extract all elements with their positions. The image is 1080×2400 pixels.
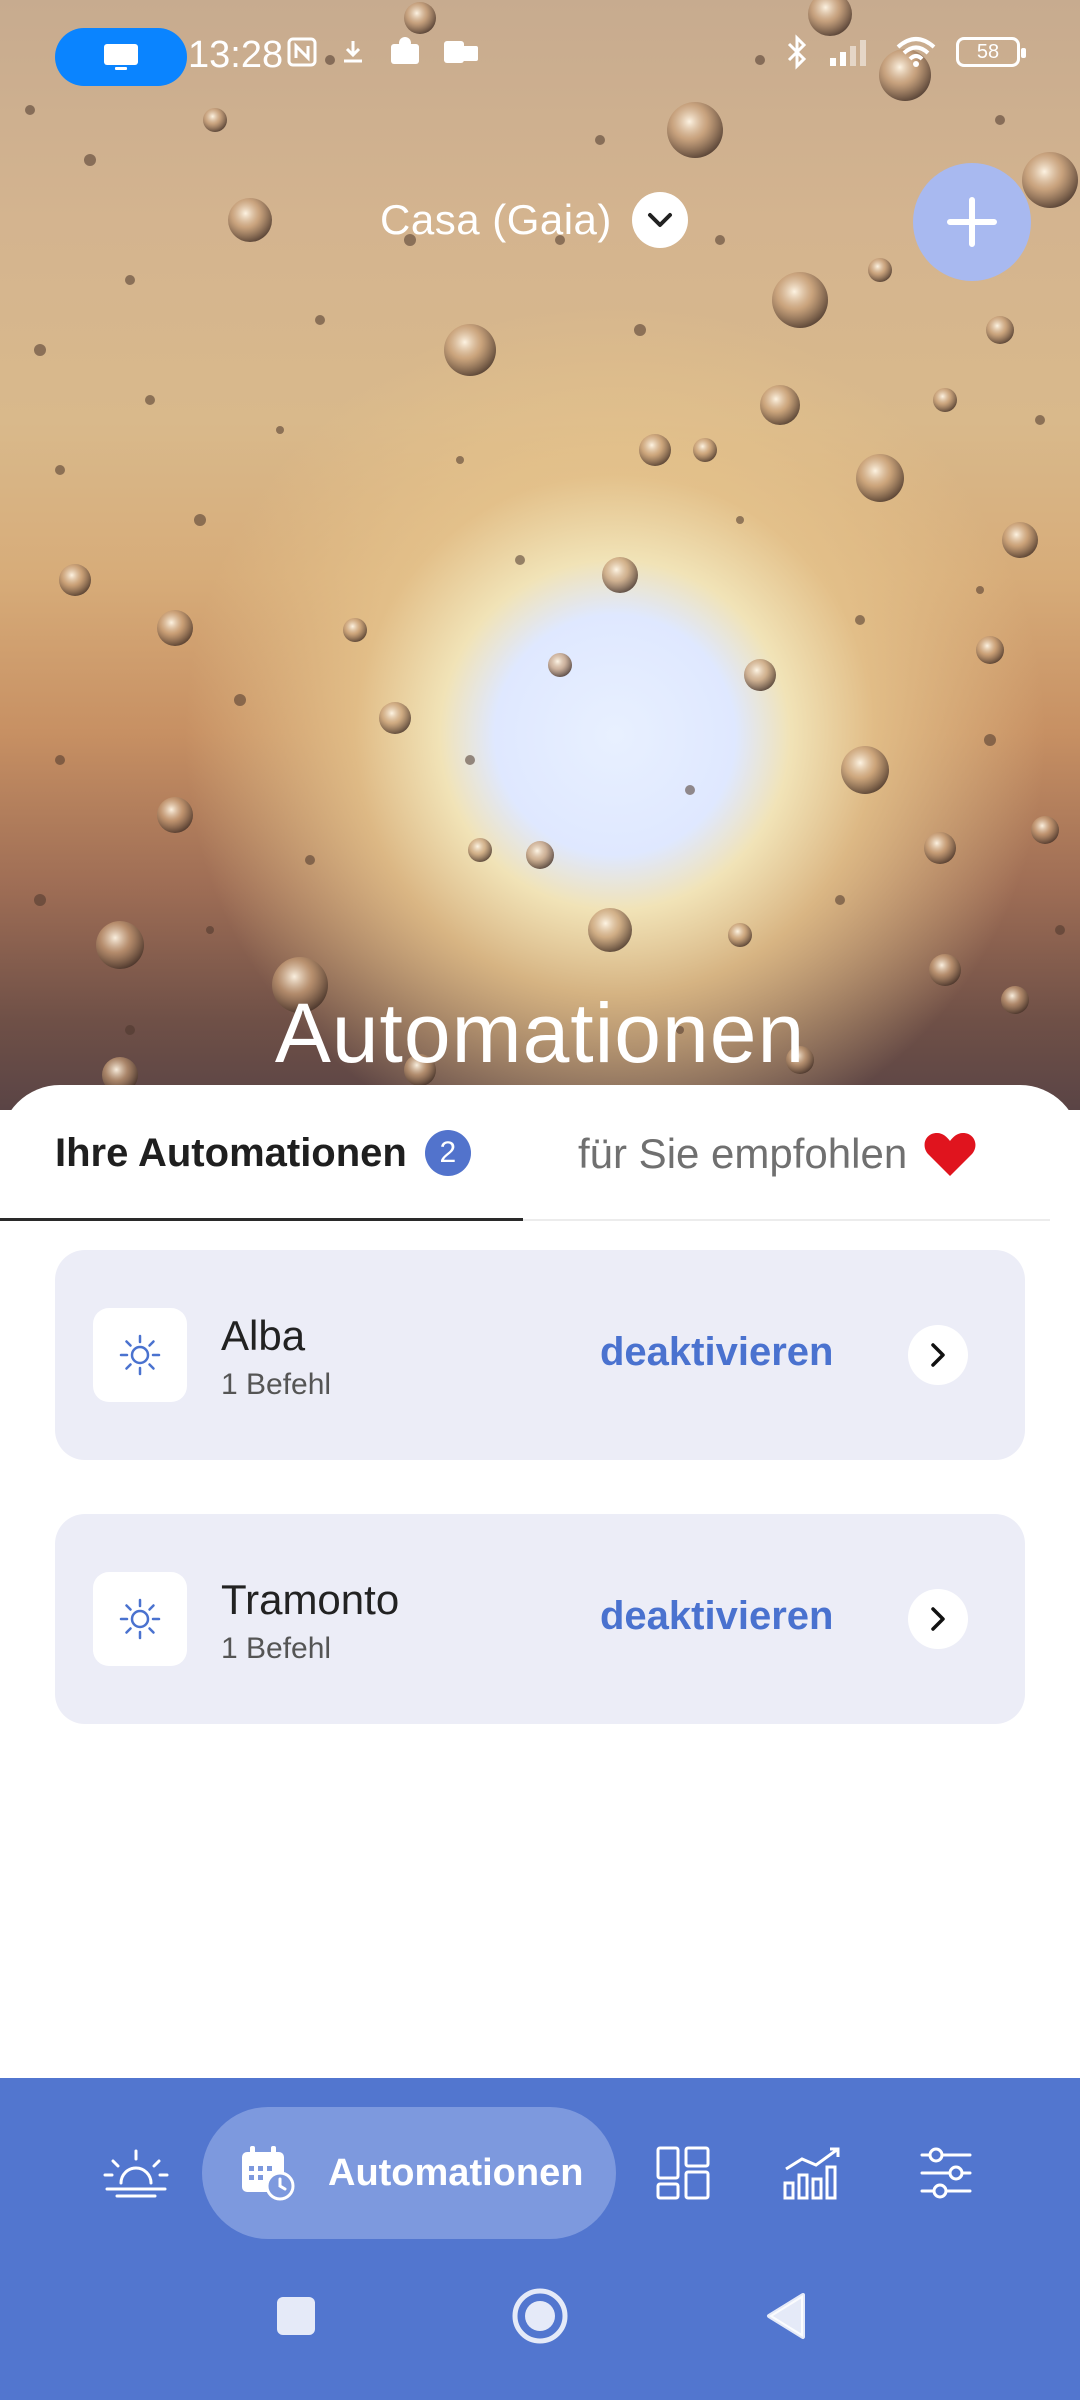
system-navigation-bar [0,2248,1080,2400]
active-tab-indicator [0,1218,523,1221]
nav-automations-label: Automationen [328,2151,584,2194]
automation-card-alba[interactable]: Alba 1 Befehl deaktivieren [55,1250,1025,1460]
chevron-down-icon [647,213,672,227]
automation-icon-box [93,1572,187,1666]
automation-name: Tramonto [221,1576,400,1623]
automation-count-badge: 2 [424,1130,471,1176]
nav-statistics[interactable] [778,2138,848,2208]
tab-your-automations-label: Ihre Automationen [55,1130,407,1175]
heart-icon [924,1133,976,1176]
grid-icon [656,2146,710,2200]
home-dropdown-button[interactable] [631,192,688,248]
square-icon [277,2297,315,2335]
sun-icon [119,1598,161,1640]
mail-notification-icon [444,41,478,63]
automation-name: Alba [221,1312,306,1359]
message-notification-icon [391,37,419,64]
back-button[interactable] [760,2288,810,2344]
chart-icon [783,2147,840,2200]
nfc-icon [287,37,317,67]
wifi-icon [896,37,936,67]
home-circle-icon [512,2288,568,2344]
hero-background-image [0,0,1080,1110]
chevron-right-icon [931,1607,945,1631]
automation-command-count: 1 Befehl [221,1632,332,1665]
sun-icon [119,1334,161,1376]
calendar-clock-icon [242,2146,295,2201]
open-automation-button[interactable] [908,1589,968,1649]
content-sheet: Ihre Automationen 2 für Sie empfohlen Al… [0,1085,1080,2080]
tab-your-automations[interactable]: Ihre Automationen 2 [55,1130,471,1176]
monitor-icon [104,44,138,70]
battery-level: 58 [976,40,1000,63]
home-button[interactable] [510,2286,570,2346]
back-triangle-icon [767,2293,805,2339]
nav-devices[interactable] [652,2138,714,2208]
sliders-icon [920,2147,972,2199]
download-icon [344,41,362,63]
raindrops-decoration [25,0,1078,1110]
home-selector[interactable]: Casa (Gaia) [380,192,688,248]
bluetooth-icon [787,34,807,70]
page-title: Automationen [274,986,806,1080]
automation-icon-box [93,1308,187,1402]
status-bar: 13:28 58 [0,0,1080,115]
status-time: 13:28 [188,34,284,76]
automation-card-tramonto[interactable]: Tramonto 1 Befehl deaktivieren [55,1514,1025,1724]
deactivate-button[interactable]: deaktivieren [600,1330,833,1375]
home-name: Casa (Gaia) [380,196,612,243]
add-automation-button[interactable] [913,163,1031,281]
plus-icon [947,197,997,247]
screen-cast-indicator[interactable] [55,28,187,86]
tab-divider [523,1219,1050,1221]
recent-apps-button[interactable] [270,2290,322,2342]
tab-recommended-label: für Sie empfohlen [578,1130,908,1177]
tab-bar: Ihre Automationen 2 für Sie empfohlen [0,1085,1080,1221]
nav-automations[interactable]: Automationen [202,2107,616,2239]
signal-icon [830,40,866,66]
chevron-right-icon [931,1343,945,1367]
battery-indicator: 58 [956,37,1026,67]
sunrise-icon [103,2149,169,2198]
automation-command-count: 1 Befehl [221,1368,332,1401]
nav-scenes[interactable] [95,2138,177,2208]
open-automation-button[interactable] [908,1325,968,1385]
nav-settings[interactable] [915,2138,977,2208]
deactivate-button[interactable]: deaktivieren [600,1594,833,1639]
tab-recommended[interactable]: für Sie empfohlen [578,1130,977,1178]
